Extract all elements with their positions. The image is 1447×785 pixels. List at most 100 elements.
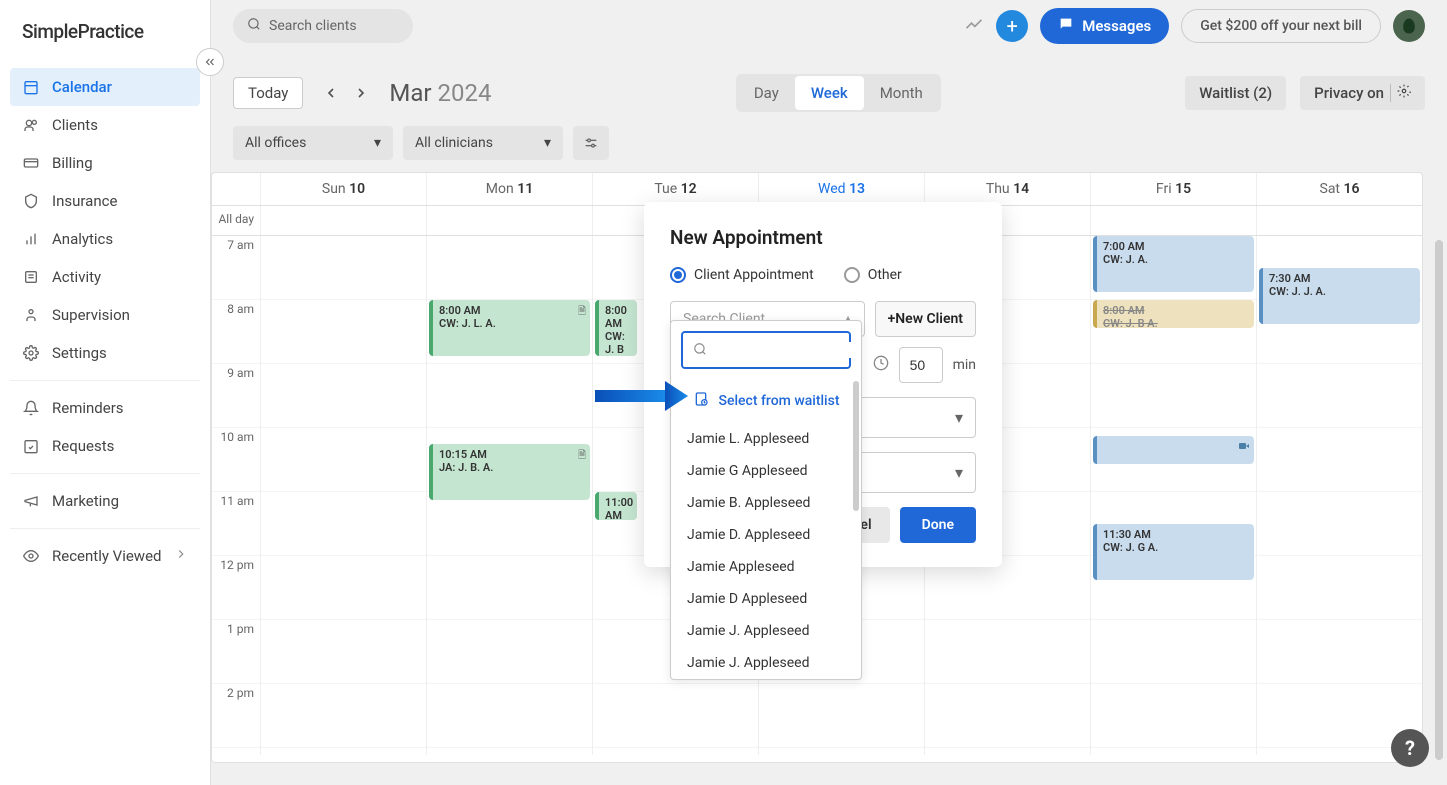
radio-client-appointment[interactable]: Client Appointment: [670, 267, 814, 283]
sidebar-item-settings[interactable]: Settings: [10, 334, 200, 372]
client-option[interactable]: Jamie J. Appleseed: [671, 615, 861, 647]
select-from-waitlist-button[interactable]: Select from waitlist: [671, 379, 861, 423]
event-block[interactable]: 11:00 AM CW: J. G: [595, 492, 637, 520]
collapse-sidebar-button[interactable]: [196, 48, 224, 76]
settings-icon-button[interactable]: [573, 126, 609, 160]
modal-title: New Appointment: [670, 226, 976, 249]
event-block[interactable]: 11:30 AM CW: J. G A.: [1093, 524, 1254, 580]
doc-icon: 🗎: [578, 304, 586, 321]
sidebar-item-recently-viewed[interactable]: Recently Viewed: [10, 537, 200, 575]
waitlist-icon: [693, 391, 709, 411]
caret-down-icon: ▾: [374, 135, 381, 151]
sidebar-item-calendar[interactable]: Calendar: [10, 68, 200, 106]
brand-logo: SimplePractice: [0, 0, 210, 63]
promo-button[interactable]: Get $200 off your next bill: [1181, 9, 1381, 43]
radio-unchecked-icon: [844, 267, 860, 283]
view-day[interactable]: Day: [738, 76, 795, 110]
event-block[interactable]: 🗎 10:15 AM JA: J. B. A.: [429, 444, 590, 500]
filters-row: All offices ▾ All clinicians ▾: [211, 118, 1447, 168]
day-col-fri[interactable]: 7:00 AM CW: J. A. 8:00 AM CW: J. B A. 11…: [1090, 236, 1256, 755]
prev-button[interactable]: [317, 79, 345, 107]
sidebar-item-label: Marketing: [52, 492, 119, 510]
duration-input[interactable]: [899, 347, 943, 383]
nav-divider: [10, 528, 200, 529]
appointment-type-radios: Client Appointment Other: [670, 267, 976, 283]
sidebar-item-supervision[interactable]: Supervision: [10, 296, 200, 334]
day-col-sun[interactable]: [260, 236, 426, 755]
sidebar-nav: Calendar Clients Billing Insurance Analy…: [0, 63, 210, 580]
event-block[interactable]: 7:00 AM CW: J. A.: [1093, 236, 1254, 292]
card-icon: [22, 155, 40, 171]
privacy-toggle[interactable]: Privacy on: [1300, 76, 1425, 110]
sidebar-item-activity[interactable]: Activity: [10, 258, 200, 296]
sidebar-item-clients[interactable]: Clients: [10, 106, 200, 144]
day-header-thu[interactable]: Thu 14: [924, 173, 1090, 205]
sidebar-item-label: Reminders: [52, 399, 124, 417]
sidebar-item-reminders[interactable]: Reminders: [10, 389, 200, 427]
caret-down-icon: ▾: [544, 135, 551, 151]
day-header-mon[interactable]: Mon 11: [426, 173, 592, 205]
people-icon: [22, 117, 40, 133]
messages-button[interactable]: Messages: [1040, 8, 1169, 44]
all-day-label: All day: [212, 206, 260, 235]
event-block[interactable]: 8:00 AM CW: J. B A.: [1093, 300, 1254, 328]
event-block[interactable]: [1093, 436, 1254, 464]
radio-other[interactable]: Other: [844, 267, 902, 283]
shield-icon: [22, 193, 40, 209]
doc-icon: 🗎: [578, 448, 586, 465]
sidebar-item-marketing[interactable]: Marketing: [10, 482, 200, 520]
day-header-sun[interactable]: Sun 10: [260, 173, 426, 205]
client-option[interactable]: Jamie D Appleseed: [671, 583, 861, 615]
event-block[interactable]: 7:30 AM CW: J. J. A.: [1259, 268, 1420, 324]
filter-clinicians[interactable]: All clinicians ▾: [403, 126, 563, 160]
page-scrollbar[interactable]: [1435, 240, 1443, 760]
done-button[interactable]: Done: [900, 507, 976, 543]
sidebar-item-label: Calendar: [52, 78, 112, 96]
next-button[interactable]: [347, 79, 375, 107]
client-option[interactable]: Jamie D. Appleseed: [671, 519, 861, 551]
search-clients-input[interactable]: Search clients: [233, 9, 413, 43]
dropdown-search-input[interactable]: [681, 331, 851, 369]
day-header-wed[interactable]: Wed 13: [758, 173, 924, 205]
day-header-fri[interactable]: Fri 15: [1090, 173, 1256, 205]
today-button[interactable]: Today: [233, 77, 303, 109]
dropdown-scrollbar[interactable]: [853, 381, 859, 511]
event-block[interactable]: 8:00 AM CW: J. B: [595, 300, 637, 356]
duration-unit: min: [953, 357, 976, 373]
nav-divider: [10, 380, 200, 381]
day-header-sat[interactable]: Sat 16: [1256, 173, 1422, 205]
client-option[interactable]: Jamie Appleseed: [671, 551, 861, 583]
sidebar-item-analytics[interactable]: Analytics: [10, 220, 200, 258]
sidebar-item-insurance[interactable]: Insurance: [10, 182, 200, 220]
client-search-dropdown: Select from waitlist Jamie L. Appleseed …: [670, 320, 862, 680]
client-option[interactable]: Jamie B. Appleseed: [671, 487, 861, 519]
chevron-right-icon: [174, 547, 188, 565]
client-option[interactable]: Jamie L. Appleseed: [671, 423, 861, 455]
gear-icon: [22, 345, 40, 361]
caret-down-icon: ▾: [955, 408, 963, 427]
date-nav: [317, 79, 375, 107]
time-column: 7 am 8 am 9 am 10 am 11 am 12 pm 1 pm 2 …: [212, 236, 260, 755]
topbar: Search clients + Messages Get $200 off y…: [211, 0, 1447, 52]
view-week[interactable]: Week: [795, 76, 864, 110]
day-col-mon[interactable]: 🗎 8:00 AM CW: J. L. A. 🗎 10:15 AM JA: J.…: [426, 236, 592, 755]
sidebar-item-label: Analytics: [52, 230, 113, 248]
waitlist-button[interactable]: Waitlist (2): [1185, 76, 1286, 110]
client-option[interactable]: Jamie J. Appleseed: [671, 647, 861, 679]
help-button[interactable]: ?: [1391, 729, 1429, 767]
new-client-button[interactable]: +New Client: [875, 301, 976, 337]
client-option[interactable]: Jamie G Appleseed: [671, 455, 861, 487]
sidebar-item-billing[interactable]: Billing: [10, 144, 200, 182]
sidebar-item-requests[interactable]: Requests: [10, 427, 200, 465]
add-button[interactable]: +: [996, 10, 1028, 42]
sidebar-item-label: Recently Viewed: [52, 547, 162, 565]
megaphone-icon: [22, 493, 40, 509]
day-col-sat[interactable]: 7:30 AM CW: J. J. A.: [1256, 236, 1422, 755]
view-month[interactable]: Month: [864, 76, 939, 110]
sidebar-item-label: Settings: [52, 344, 107, 362]
trend-icon[interactable]: [964, 14, 984, 38]
event-block[interactable]: 🗎 8:00 AM CW: J. L. A.: [429, 300, 590, 356]
filter-offices[interactable]: All offices ▾: [233, 126, 393, 160]
day-header-tue[interactable]: Tue 12: [592, 173, 758, 205]
user-avatar[interactable]: [1393, 10, 1425, 42]
